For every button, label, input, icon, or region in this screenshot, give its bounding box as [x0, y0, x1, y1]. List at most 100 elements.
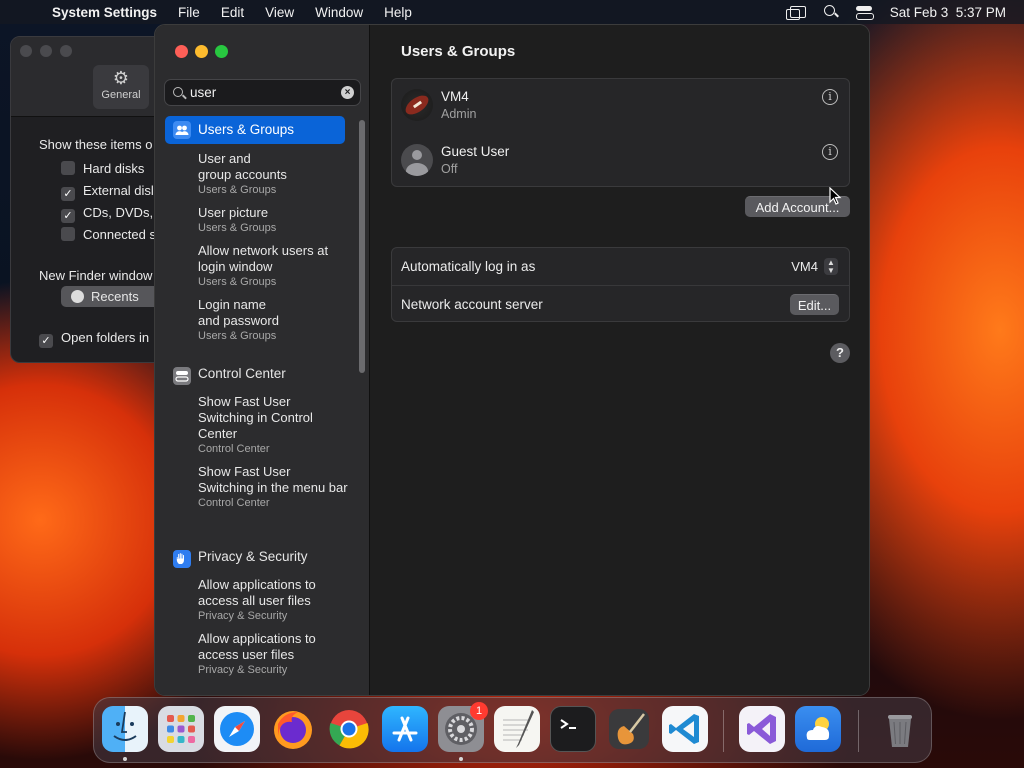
result-fast-user-switching-cc[interactable]: Show Fast User Switching in Control Cent… — [198, 394, 348, 456]
result-label: Allow network users at login window — [198, 243, 329, 274]
sidebar-item-control-center-label: Control Center — [198, 366, 286, 381]
menu-window[interactable]: Window — [315, 5, 363, 20]
menu-bar-clock[interactable]: Sat Feb 3 5:37 PM — [890, 5, 1006, 20]
help-button[interactable]: ? — [830, 343, 850, 363]
result-label: Allow applications to access user files — [198, 631, 316, 662]
menu-app-name[interactable]: System Settings — [52, 5, 157, 20]
result-label: User and group accounts — [198, 151, 287, 182]
open-folders-label: Open folders in — [61, 330, 150, 345]
menu-edit[interactable]: Edit — [221, 5, 244, 20]
weather-icon[interactable] — [795, 706, 841, 752]
info-icon[interactable]: i — [822, 89, 838, 105]
result-label: Show Fast User Switching in the menu bar — [198, 464, 348, 495]
chrome-icon[interactable] — [326, 706, 372, 752]
spotlight-search-icon[interactable] — [823, 5, 838, 19]
finder-zoom-button[interactable] — [60, 45, 72, 57]
sidebar-scrollbar[interactable] — [359, 120, 365, 373]
account-role: Off — [441, 162, 458, 176]
result-category: Users & Groups — [198, 276, 277, 288]
result-access-user-files[interactable]: Allow applications to access user files … — [198, 631, 348, 677]
result-access-all-user-files[interactable]: Allow applications to access all user fi… — [198, 577, 348, 623]
open-folders-option[interactable]: ✓ Open folders in — [39, 330, 149, 348]
clear-search-icon[interactable]: × — [341, 86, 354, 99]
account-role: Admin — [441, 107, 477, 121]
result-fast-user-switching-menubar[interactable]: Show Fast User Switching in the menu bar… — [198, 464, 348, 510]
cds-dvds-checkbox[interactable]: ✓ — [61, 209, 75, 223]
sidebar-item-control-center[interactable]: Control Center — [165, 362, 345, 386]
result-category: Privacy & Security — [198, 664, 288, 676]
result-login-name-password[interactable]: Login name and password Users & Groups — [198, 297, 348, 343]
external-disks-checkbox[interactable]: ✓ — [61, 187, 75, 201]
vscode-icon[interactable] — [662, 706, 708, 752]
launchpad-icon[interactable] — [158, 706, 204, 752]
page-title: Users & Groups — [401, 43, 516, 60]
result-category: Users & Groups — [198, 222, 277, 234]
sidebar-item-users-groups[interactable]: Users & Groups — [165, 116, 345, 144]
finder-icon[interactable] — [102, 706, 148, 752]
show-items-label: Show these items o — [39, 137, 153, 152]
hard-disks-checkbox[interactable] — [61, 161, 75, 175]
account-name: VM4 — [441, 89, 469, 104]
control-center-icon[interactable] — [855, 5, 874, 20]
result-user-group-accounts[interactable]: User and group accounts Users & Groups — [198, 151, 348, 197]
search-input[interactable]: user — [190, 85, 216, 100]
mouse-pointer-icon — [829, 187, 842, 205]
hard-disks-option[interactable]: Hard disks — [61, 161, 144, 176]
external-disks-option[interactable]: ✓ External disl — [61, 183, 154, 201]
auto-login-popup[interactable]: VM4 ▲ ▼ — [791, 257, 838, 276]
connected-servers-option[interactable]: Connected s — [61, 227, 156, 242]
close-button[interactable] — [175, 45, 188, 58]
terminal-icon[interactable] — [550, 706, 596, 752]
finder-close-button[interactable] — [20, 45, 32, 57]
screen-mirroring-icon[interactable] — [785, 6, 806, 20]
result-label: User picture — [198, 205, 269, 220]
trash-icon[interactable] — [877, 706, 923, 752]
sidebar-item-privacy-security[interactable]: Privacy & Security — [165, 545, 345, 569]
result-user-picture[interactable]: User picture Users & Groups — [198, 205, 348, 235]
finder-tab-general[interactable]: ⚙ General — [93, 65, 149, 109]
hand-icon — [173, 550, 191, 568]
connected-servers-checkbox[interactable] — [61, 227, 75, 241]
clock-icon — [71, 290, 84, 303]
safari-icon[interactable] — [214, 706, 260, 752]
edit-button[interactable]: Edit... — [790, 294, 839, 315]
search-field[interactable]: user × — [164, 79, 361, 106]
finder-running-indicator — [123, 757, 127, 761]
menu-help[interactable]: Help — [384, 5, 412, 20]
system-settings-window: user × Users & Groups User and group acc… — [154, 24, 870, 696]
minimize-button[interactable] — [195, 45, 208, 58]
result-category: Users & Groups — [198, 330, 277, 342]
sidebar: user × Users & Groups User and group acc… — [155, 25, 370, 695]
menu-file[interactable]: File — [178, 5, 200, 20]
popup-stepper-icon: ▲ ▼ — [824, 258, 838, 275]
auto-login-label: Automatically log in as — [401, 259, 536, 274]
finder-minimize-button[interactable] — [40, 45, 52, 57]
result-category: Users & Groups — [198, 184, 277, 196]
network-server-label: Network account server — [401, 297, 543, 312]
textedit-icon[interactable] — [494, 706, 540, 752]
new-window-popup-value: Recents — [91, 289, 139, 304]
sidebar-item-privacy-security-label: Privacy & Security — [198, 549, 308, 564]
zoom-button[interactable] — [215, 45, 228, 58]
finder-tab-general-label: General — [101, 89, 141, 101]
firefox-icon[interactable] — [270, 706, 316, 752]
app-store-icon[interactable] — [382, 706, 428, 752]
visual-studio-icon[interactable] — [739, 706, 785, 752]
cds-dvds-label: CDs, DVDs, — [83, 205, 154, 220]
open-folders-checkbox[interactable]: ✓ — [39, 334, 53, 348]
garageband-icon[interactable] — [606, 706, 652, 752]
new-finder-window-label: New Finder window — [39, 268, 153, 283]
result-allow-network-users[interactable]: Allow network users at login window User… — [198, 243, 348, 289]
dock: 1 — [93, 697, 932, 763]
cds-dvds-option[interactable]: ✓ CDs, DVDs, — [61, 205, 153, 223]
account-row-guest[interactable]: Guest User Off i — [392, 134, 849, 188]
football-avatar-icon — [401, 89, 433, 121]
settings-running-indicator — [459, 757, 463, 761]
info-icon[interactable]: i — [822, 144, 838, 160]
result-category: Privacy & Security — [198, 610, 288, 622]
account-name: Guest User — [441, 144, 510, 159]
connected-servers-label: Connected s — [83, 227, 156, 242]
menu-view[interactable]: View — [265, 5, 294, 20]
account-row-vm4[interactable]: VM4 Admin i — [392, 79, 849, 133]
hard-disks-label: Hard disks — [83, 161, 145, 176]
